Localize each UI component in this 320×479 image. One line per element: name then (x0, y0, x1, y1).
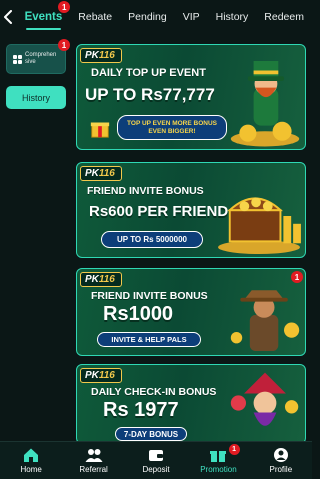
tab-bar: Events 1 Rebate Pending VIP History Rede… (17, 0, 312, 34)
nav-label: Deposit (142, 465, 170, 474)
user-icon (273, 448, 288, 462)
nav-profile[interactable]: Profile (250, 442, 312, 479)
banner-pill: TOP UP EVEN MORE BONUS EVEN BIGGER! (117, 115, 227, 140)
tab-label: Pending (128, 11, 167, 23)
banner-amount: Rs 1977 (103, 399, 179, 421)
notification-badge: 1 (228, 444, 240, 455)
notification-badge: 1 (58, 39, 70, 51)
jester-illustration (230, 372, 299, 426)
gift-box-icon (90, 122, 110, 138)
nav-home[interactable]: Home (0, 442, 62, 479)
leprechaun-illustration (230, 61, 300, 147)
nav-label: Profile (269, 465, 293, 474)
banner-title: DAILY CHECK-IN BONUS (91, 386, 217, 398)
banner-pill: INVITE & HELP PALS (97, 332, 201, 347)
sidebar-item-history[interactable]: History (6, 86, 66, 109)
sidebar-item-comprehensive[interactable]: Comprehen sive 1 (6, 39, 70, 74)
home-icon (24, 448, 39, 462)
bottom-nav: Home Referral Deposit Promotion 1 Profil… (0, 441, 312, 479)
promotions-page: Events 1 Rebate Pending VIP History Rede… (0, 0, 312, 479)
tab-label: VIP (182, 11, 200, 23)
banner-amount: UP TO Rs77,777 (85, 85, 215, 104)
banner-pill: 7-DAY BONUS (115, 427, 187, 441)
brand-logo: PK 116 (80, 272, 122, 287)
banner-title: FRIEND INVITE BONUS (87, 185, 204, 197)
grid-icon (13, 54, 22, 64)
nav-label: Referral (79, 465, 108, 474)
promo-banner-daily-top-up[interactable]: PK 116 DAILY TOP UP EVENT UP TO Rs77,777 … (76, 44, 306, 150)
banner-amount: Rs600 PER FRIEND (89, 203, 229, 220)
wallet-icon (149, 450, 164, 461)
promo-banner-daily-check-in[interactable]: PK 116 DAILY CHECK-IN BONUS Rs 1977 7-DAY… (76, 364, 306, 444)
tab-history[interactable]: History (208, 0, 257, 34)
top-nav: Events 1 Rebate Pending VIP History Rede… (0, 0, 312, 34)
promo-banner-invite-help-pals[interactable]: PK 116 FRIEND INVITE BONUS Rs1000 INVITE … (76, 268, 306, 356)
tab-label: History (215, 11, 249, 23)
tab-pending[interactable]: Pending (120, 0, 175, 34)
tab-label: Redeem (264, 11, 304, 23)
tab-label: Events (24, 11, 63, 23)
sidebar-item-label: History (21, 92, 50, 103)
promo-banner-friend-invite[interactable]: PK 116 FRIEND INVITE BONUS Rs600 PER FRIE… (76, 162, 306, 258)
brand-logo: PK 116 (80, 368, 122, 383)
nav-label: Home (20, 465, 42, 474)
tab-redeem[interactable]: Redeem (256, 0, 312, 34)
brand-logo: PK 116 (80, 166, 122, 181)
banner-title: FRIEND INVITE BONUS (91, 290, 208, 302)
nav-promotion[interactable]: Promotion 1 (187, 442, 249, 479)
nav-referral[interactable]: Referral (62, 442, 124, 479)
banner-title: DAILY TOP UP EVENT (91, 67, 206, 79)
users-icon (85, 449, 103, 462)
tab-rebate[interactable]: Rebate (70, 0, 120, 34)
chevron-left-icon (4, 10, 13, 24)
nav-deposit[interactable]: Deposit (125, 442, 187, 479)
tab-label: Rebate (78, 11, 113, 23)
treasure-chest-illustration (218, 197, 301, 255)
banner-pill: UP TO Rs 5000000 (101, 231, 203, 248)
banner-amount: Rs1000 (103, 303, 174, 325)
nav-label: Promotion (200, 465, 237, 474)
gift-icon (210, 451, 227, 462)
adventurer-illustration (230, 290, 300, 351)
tab-vip[interactable]: VIP (175, 0, 208, 34)
brand-logo: PK 116 (80, 48, 122, 63)
notification-badge: 1 (58, 1, 71, 13)
tab-events[interactable]: Events 1 (17, 0, 71, 34)
back-button[interactable] (0, 0, 17, 34)
sidebar-item-label: Comprehen sive (25, 52, 57, 65)
